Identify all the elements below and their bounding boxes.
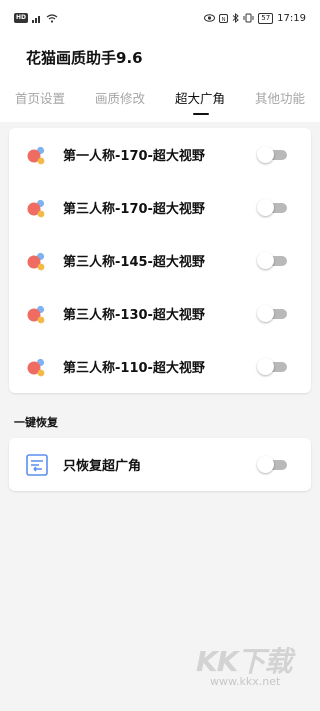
option-label: 第三人称-145-超大视野 <box>63 255 205 270</box>
toggle-knob <box>257 199 274 216</box>
tab-ultra-wide[interactable]: 超大广角 <box>160 88 240 107</box>
option-row: 第三人称-130-超大视野 <box>9 287 311 340</box>
vibrate-icon <box>243 13 254 23</box>
signal-icon <box>32 15 41 23</box>
option-row: 第三人称-170-超大视野 <box>9 181 311 234</box>
bluetooth-icon <box>232 13 240 23</box>
svg-text:N: N <box>222 16 226 22</box>
tab-home-settings[interactable]: 首页设置 <box>0 88 80 107</box>
option-label: 第三人称-110-超大视野 <box>63 361 205 376</box>
restore-row: 只恢复超广角 <box>9 438 311 491</box>
fov-options-card: 第一人称-170-超大视野 第三人称-170-超大视野 第三人称-145-超大视… <box>9 128 311 393</box>
restore-card: 只恢复超广角 <box>9 438 311 491</box>
toggle-knob <box>257 358 274 375</box>
bubbles-icon <box>27 358 45 377</box>
option-label: 第一人称-170-超大视野 <box>63 149 205 164</box>
option-toggle[interactable] <box>257 305 289 322</box>
toggle-knob <box>257 456 274 473</box>
app-header: 花猫画质助手9.6 首页设置 画质修改 超大广角 其他功能 <box>0 36 320 122</box>
tab-quality-edit[interactable]: 画质修改 <box>80 88 160 107</box>
status-bar: HD N 57 17:19 <box>0 0 320 36</box>
battery-indicator: 57 <box>258 12 274 24</box>
section-title-restore: 一键恢复 <box>14 416 58 429</box>
tab-bar: 首页设置 画质修改 超大广角 其他功能 <box>0 88 320 118</box>
option-toggle[interactable] <box>257 358 289 375</box>
eye-comfort-icon <box>204 14 216 22</box>
option-label: 第三人称-130-超大视野 <box>63 308 205 323</box>
restore-toggle[interactable] <box>257 456 289 473</box>
nfc-icon: N <box>219 13 229 23</box>
app-title: 花猫画质助手9.6 <box>26 49 143 67</box>
wifi-icon <box>46 13 58 23</box>
toggle-knob <box>257 305 274 322</box>
option-row: 第三人称-110-超大视野 <box>9 340 311 393</box>
option-label: 第三人称-170-超大视野 <box>63 202 205 217</box>
option-row: 第一人称-170-超大视野 <box>9 128 311 181</box>
bubbles-icon <box>27 199 45 218</box>
clock: 17:19 <box>277 12 306 24</box>
bubbles-icon <box>27 305 45 324</box>
toggle-knob <box>257 146 274 163</box>
active-tab-indicator <box>193 113 209 115</box>
option-toggle[interactable] <box>257 146 289 163</box>
watermark-logo: KK下载 <box>196 645 292 678</box>
option-row: 第三人称-145-超大视野 <box>9 234 311 287</box>
watermark: KK下载 www.kkx.net <box>190 640 310 700</box>
option-toggle[interactable] <box>257 199 289 216</box>
watermark-url: www.kkx.net <box>210 675 281 688</box>
bubbles-icon <box>27 252 45 271</box>
toggle-knob <box>257 252 274 269</box>
restore-label: 只恢复超广角 <box>63 459 142 474</box>
restore-list-icon <box>26 454 48 476</box>
option-toggle[interactable] <box>257 252 289 269</box>
tab-other-functions[interactable]: 其他功能 <box>240 88 320 107</box>
hd-network-badge: HD <box>14 13 29 23</box>
bubbles-icon <box>27 146 45 165</box>
